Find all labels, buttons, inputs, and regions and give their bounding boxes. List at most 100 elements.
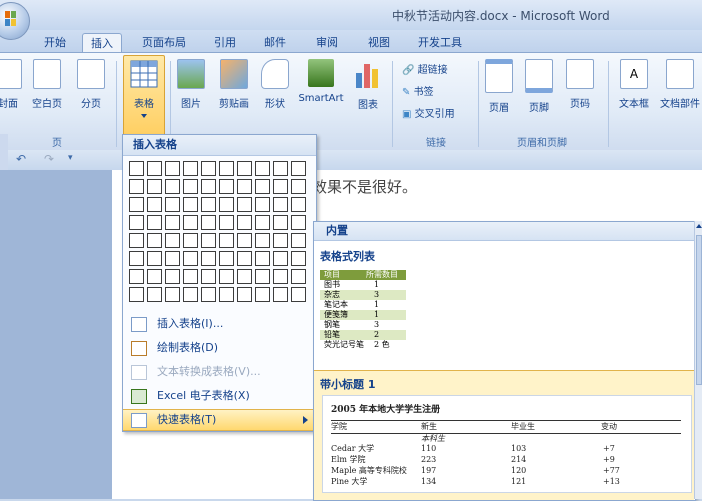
chart-button[interactable]: 图表: [352, 57, 384, 119]
tab-home[interactable]: 开始: [36, 33, 74, 52]
table-grid-cell[interactable]: [183, 197, 198, 212]
gallery-scrollbar[interactable]: [694, 221, 702, 499]
table-grid-cell[interactable]: [147, 179, 162, 194]
table-grid-cell[interactable]: [165, 269, 180, 284]
table-grid-cell[interactable]: [183, 251, 198, 266]
bookmark-button[interactable]: ✎ 书签: [402, 83, 434, 98]
table-grid-cell[interactable]: [273, 197, 288, 212]
table-grid-cell[interactable]: [273, 179, 288, 194]
excel-spreadsheet-item[interactable]: Excel 电子表格(X): [123, 385, 316, 407]
chevron-down-icon[interactable]: ▾: [68, 153, 73, 163]
tab-mailings[interactable]: 邮件: [258, 33, 292, 52]
table-grid-cell[interactable]: [147, 197, 162, 212]
table-grid-cell[interactable]: [237, 179, 252, 194]
scrollbar-thumb[interactable]: [696, 235, 702, 385]
table-grid-cell[interactable]: [201, 287, 216, 302]
table-grid-cell[interactable]: [237, 251, 252, 266]
tab-developer[interactable]: 开发工具: [410, 33, 470, 52]
table-grid-cell[interactable]: [165, 287, 180, 302]
table-grid-cell[interactable]: [237, 269, 252, 284]
redo-icon[interactable]: ↷: [44, 152, 54, 166]
table-grid-cell[interactable]: [255, 197, 270, 212]
picture-button[interactable]: 图片: [176, 57, 206, 119]
shapes-button[interactable]: 形状: [260, 57, 290, 119]
table-grid-cell[interactable]: [273, 233, 288, 248]
draw-table-item[interactable]: 绘制表格(D): [123, 337, 316, 359]
table-grid-cell[interactable]: [165, 251, 180, 266]
table-grid-cell[interactable]: [183, 287, 198, 302]
table-grid-cell[interactable]: [129, 197, 144, 212]
table-grid-cell[interactable]: [165, 215, 180, 230]
table-grid-cell[interactable]: [183, 215, 198, 230]
table-grid-cell[interactable]: [201, 233, 216, 248]
quick-table-option-selected[interactable]: 带小标题 1 2005 年本地大学学生注册 学院 新生 毕业生 变动 本科生 C…: [314, 370, 694, 500]
tab-page-layout[interactable]: 页面布局: [134, 33, 194, 52]
table-grid-cell[interactable]: [219, 161, 234, 176]
table-grid-cell[interactable]: [201, 269, 216, 284]
table-grid-cell[interactable]: [273, 215, 288, 230]
table-grid-cell[interactable]: [129, 215, 144, 230]
table-grid-cell[interactable]: [219, 215, 234, 230]
table-grid-cell[interactable]: [183, 269, 198, 284]
table-grid-cell[interactable]: [291, 269, 306, 284]
table-grid-cell[interactable]: [219, 269, 234, 284]
scroll-up-icon[interactable]: [696, 224, 702, 228]
table-grid-cell[interactable]: [201, 179, 216, 194]
table-grid-cell[interactable]: [273, 161, 288, 176]
table-grid-cell[interactable]: [291, 215, 306, 230]
textbox-button[interactable]: A 文本框: [614, 57, 654, 119]
table-grid-cell[interactable]: [237, 161, 252, 176]
table-grid-cell[interactable]: [219, 287, 234, 302]
table-grid-cell[interactable]: [201, 161, 216, 176]
table-grid-cell[interactable]: [129, 179, 144, 194]
tab-references[interactable]: 引用: [208, 33, 242, 52]
table-grid-cell[interactable]: [237, 287, 252, 302]
table-grid-cell[interactable]: [255, 179, 270, 194]
table-grid-cell[interactable]: [147, 287, 162, 302]
table-grid-cell[interactable]: [255, 161, 270, 176]
table-grid-cell[interactable]: [147, 233, 162, 248]
table-grid-cell[interactable]: [291, 251, 306, 266]
table-grid-cell[interactable]: [147, 269, 162, 284]
table-grid-cell[interactable]: [273, 251, 288, 266]
table-grid-cell[interactable]: [255, 269, 270, 284]
insert-table-item[interactable]: 插入表格(I)...: [123, 313, 316, 335]
table-grid-cell[interactable]: [129, 233, 144, 248]
table-grid-cell[interactable]: [291, 179, 306, 194]
quick-parts-button[interactable]: 文档部件: [656, 57, 702, 119]
tab-review[interactable]: 审阅: [310, 33, 344, 52]
table-grid-cell[interactable]: [255, 251, 270, 266]
table-grid-cell[interactable]: [165, 233, 180, 248]
table-size-grid[interactable]: [129, 161, 311, 305]
cover-page-button[interactable]: 封面: [0, 57, 22, 119]
page-break-button[interactable]: 分页: [76, 57, 106, 119]
quick-tables-item[interactable]: 快速表格(T): [123, 409, 316, 431]
table-grid-cell[interactable]: [219, 251, 234, 266]
undo-icon[interactable]: ↶: [16, 152, 26, 166]
table-grid-cell[interactable]: [237, 197, 252, 212]
table-grid-cell[interactable]: [183, 179, 198, 194]
table-grid-cell[interactable]: [291, 197, 306, 212]
table-grid-cell[interactable]: [291, 161, 306, 176]
cross-reference-button[interactable]: ▣ 交叉引用: [402, 105, 455, 120]
table-grid-cell[interactable]: [165, 161, 180, 176]
table-grid-cell[interactable]: [219, 179, 234, 194]
hyperlink-button[interactable]: 🔗 超链接: [402, 61, 448, 76]
table-grid-cell[interactable]: [201, 197, 216, 212]
table-grid-cell[interactable]: [165, 179, 180, 194]
table-grid-cell[interactable]: [147, 215, 162, 230]
tab-view[interactable]: 视图: [362, 33, 396, 52]
tabular-list-preview[interactable]: 项目 所需数目 图书 1 杂志 3 笔记本 1 便笺簿 1 钢笔 3 铅笔 2 荧光记号笔 2 …: [320, 270, 406, 362]
with-subheads-preview[interactable]: 2005 年本地大学学生注册 学院 新生 毕业生 变动 本科生 Cedar 大学…: [322, 395, 692, 493]
table-grid-cell[interactable]: [129, 269, 144, 284]
footer-button[interactable]: 页脚: [524, 57, 554, 119]
table-grid-cell[interactable]: [273, 269, 288, 284]
table-grid-cell[interactable]: [165, 197, 180, 212]
tab-insert[interactable]: 插入: [82, 33, 122, 53]
table-grid-cell[interactable]: [201, 251, 216, 266]
table-grid-cell[interactable]: [237, 215, 252, 230]
table-grid-cell[interactable]: [255, 215, 270, 230]
table-grid-cell[interactable]: [255, 233, 270, 248]
table-grid-cell[interactable]: [255, 287, 270, 302]
table-grid-cell[interactable]: [129, 161, 144, 176]
